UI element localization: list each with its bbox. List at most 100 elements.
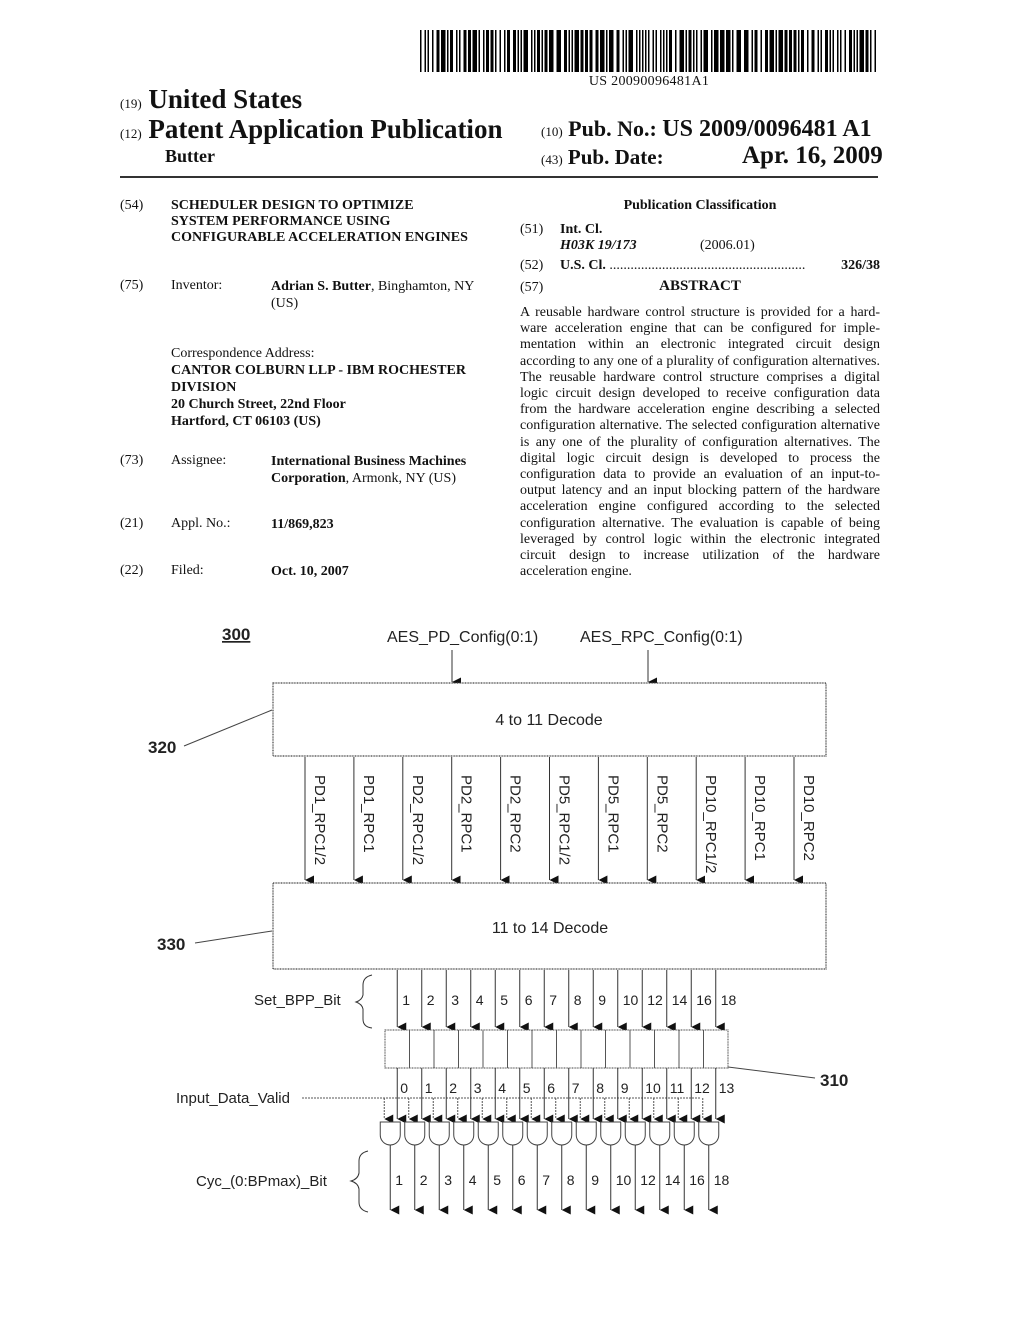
barcode-bar (499, 30, 501, 72)
and-gate (649, 1121, 671, 1146)
decoder-output-label: PD5_RPC2 (653, 775, 670, 853)
barcode (420, 30, 876, 72)
barcode-bar (711, 30, 713, 72)
barcode-bar (504, 30, 506, 72)
register-bit-number: 0 (400, 1080, 408, 1096)
barcode-bar (874, 30, 876, 72)
barcode-bar (463, 30, 467, 72)
barcode-bar (765, 30, 768, 72)
barcode-bar (523, 30, 528, 72)
barcode-bar (679, 30, 684, 72)
decoder-output-label: PD2_RPC1 (458, 775, 475, 853)
barcode-bar (580, 30, 584, 72)
barcode-bar (589, 30, 593, 72)
set-bpp-brace (354, 974, 373, 1029)
cyc-bit-number: 16 (689, 1172, 705, 1188)
barcode-bar (568, 30, 570, 72)
appl-no-num: (21) (120, 516, 144, 531)
barcode-bar (714, 30, 719, 72)
register-bit-number: 3 (474, 1080, 482, 1096)
cyc-bit-number: 8 (567, 1172, 575, 1188)
barcode-bar (571, 30, 573, 72)
barcode-bar (456, 30, 458, 72)
cyc-bit-number: 10 (616, 1172, 632, 1188)
cyc-bit-number: 1 (395, 1172, 403, 1188)
barcode-bar (732, 30, 734, 72)
decoder-4-to-11-label: 4 to 11 Decode (495, 712, 602, 729)
int-cl-code: H03K 19/173 (560, 238, 637, 253)
barcode-bar (703, 30, 708, 72)
and-gate (404, 1121, 426, 1146)
barcode-bar (760, 30, 762, 72)
barcode-bar (648, 30, 650, 72)
register-output-lines: 0 1 2 3 4 5 6 7 8 9 10 11 12 13 (383, 1068, 735, 1124)
barcode-bar (537, 30, 540, 72)
set-bpp-bit-number: 9 (598, 992, 606, 1008)
barcode-bar (669, 30, 672, 72)
barcode-bar (459, 30, 461, 72)
barcode-bar (829, 30, 831, 72)
barcode-bar (427, 30, 429, 72)
title-num: (54) (120, 198, 144, 213)
barcode-bar (495, 30, 497, 72)
set-bpp-bit-number: 3 (451, 992, 459, 1008)
barcode-bar (778, 30, 783, 72)
barcode-bar (666, 30, 668, 72)
decoder-output-label: PD10_RPC1 (751, 775, 768, 861)
barcode-bar (700, 30, 702, 72)
barcode-bar (483, 30, 485, 72)
set-bpp-bit-number: 18 (721, 992, 737, 1008)
set-bpp-bit-lines: 1 2 3 4 5 6 7 8 9 10 12 14 16 18 (396, 970, 737, 1032)
inventor-location-country: (US) (271, 296, 299, 311)
cyc-bit-number: 4 (469, 1172, 477, 1188)
barcode-bar (517, 30, 519, 72)
barcode-bar (625, 30, 627, 72)
invention-title: SCHEDULER DESIGN TO OPTIMIZE SYSTEM PERF… (171, 198, 501, 246)
set-bpp-bit-number: 14 (672, 992, 688, 1008)
barcode-bar (490, 30, 494, 72)
pub-type-num: (12) (120, 126, 142, 141)
and-gate (698, 1121, 720, 1146)
publication-type: Patent Application Publication (148, 114, 503, 144)
barcode-bar (642, 30, 644, 72)
ref-310-leader (727, 1066, 816, 1079)
set-bpp-bit-number: 16 (696, 992, 712, 1008)
assignee-num: (73) (120, 453, 144, 468)
pub-date-num: (43) (541, 152, 563, 167)
ref-330-leader (194, 930, 273, 944)
int-cl-label: Int. Cl. (560, 222, 603, 237)
decoder-output-label: PD10_RPC1/2 (702, 775, 719, 873)
pub-no: US 2009/0096481 A1 (662, 116, 872, 142)
correspondence-line: DIVISION (171, 380, 237, 395)
barcode-bar (849, 30, 852, 72)
cyc-bit-number: 5 (493, 1172, 501, 1188)
barcode-bar (432, 30, 434, 72)
barcode-bar (696, 30, 698, 72)
pub-date-label: Pub. Date: (567, 145, 664, 169)
barcode-bar (853, 30, 855, 72)
barcode-bar (736, 30, 741, 72)
barcode-bar (807, 30, 809, 72)
decoder-output-label: PD5_RPC1/2 (556, 775, 573, 865)
barcode-bar (844, 30, 846, 72)
and-gate-array (379, 1121, 720, 1146)
appl-no-label: Appl. No.: (171, 516, 231, 531)
barcode-bar (688, 30, 692, 72)
register-bit-number: 4 (498, 1080, 506, 1096)
barcode-bar (507, 30, 510, 72)
cyc-bit-label: Cyc_(0:BPmax)_Bit (196, 1173, 328, 1190)
barcode-bar (622, 30, 624, 72)
inventor-num: (75) (120, 278, 144, 293)
and-gate (502, 1121, 524, 1146)
set-bpp-bit-number: 1 (402, 992, 410, 1008)
and-gate (551, 1121, 573, 1146)
inventor-location: , Binghamton, NY (370, 279, 475, 294)
title-line: SCHEDULER DESIGN TO OPTIMIZE (171, 198, 414, 213)
barcode-bar (513, 30, 516, 72)
pub-date-line: (43) Pub. Date: (541, 145, 664, 170)
abstract-title: ABSTRACT (659, 278, 741, 294)
register-bit-number: 1 (425, 1080, 433, 1096)
assignee-label: Assignee: (171, 453, 227, 468)
abstract-text: A reusable hardware control structure is… (520, 305, 880, 580)
and-gate (477, 1121, 499, 1146)
